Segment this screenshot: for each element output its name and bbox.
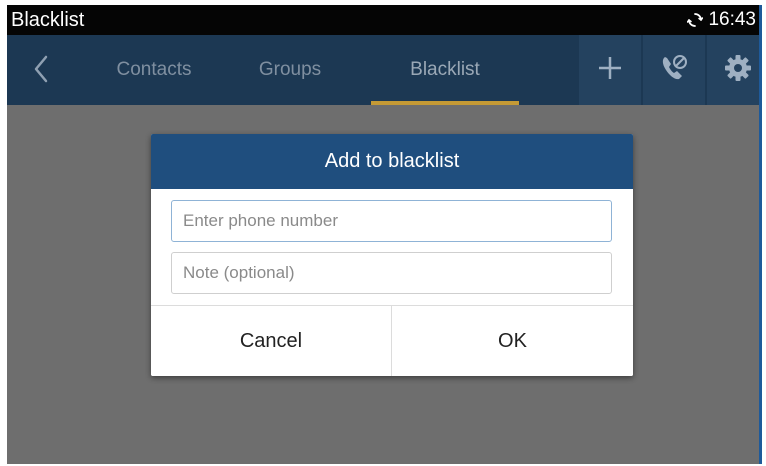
gear-icon <box>723 53 753 88</box>
status-bar: Blacklist 16:43 <box>7 5 759 35</box>
settings-button[interactable] <box>707 35 759 105</box>
call-block-icon <box>659 53 689 88</box>
phone-number-input[interactable] <box>171 200 612 242</box>
call-block-button[interactable] <box>643 35 705 105</box>
back-button[interactable] <box>21 51 61 91</box>
nav-bar: Contacts Groups Blacklist <box>7 35 759 105</box>
tab-contacts[interactable]: Contacts <box>99 35 209 105</box>
cancel-button[interactable]: Cancel <box>151 306 391 376</box>
dialog-title: Add to blacklist <box>151 134 633 189</box>
clock: 16:43 <box>708 9 756 30</box>
tab-blacklist[interactable]: Blacklist <box>387 35 503 105</box>
ok-button[interactable]: OK <box>392 306 633 376</box>
app-title: Blacklist <box>11 9 85 31</box>
tab-groups[interactable]: Groups <box>235 35 345 105</box>
note-input[interactable] <box>171 252 612 294</box>
add-to-blacklist-dialog: Add to blacklist Cancel OK <box>151 134 633 376</box>
sync-icon <box>686 12 704 28</box>
add-button[interactable] <box>579 35 641 105</box>
plus-icon <box>597 55 623 86</box>
dialog-actions: Cancel OK <box>151 305 633 376</box>
device-screen: Blacklist 16:43 Contacts Groups Blacklis… <box>7 5 762 464</box>
chevron-left-icon <box>33 55 49 88</box>
